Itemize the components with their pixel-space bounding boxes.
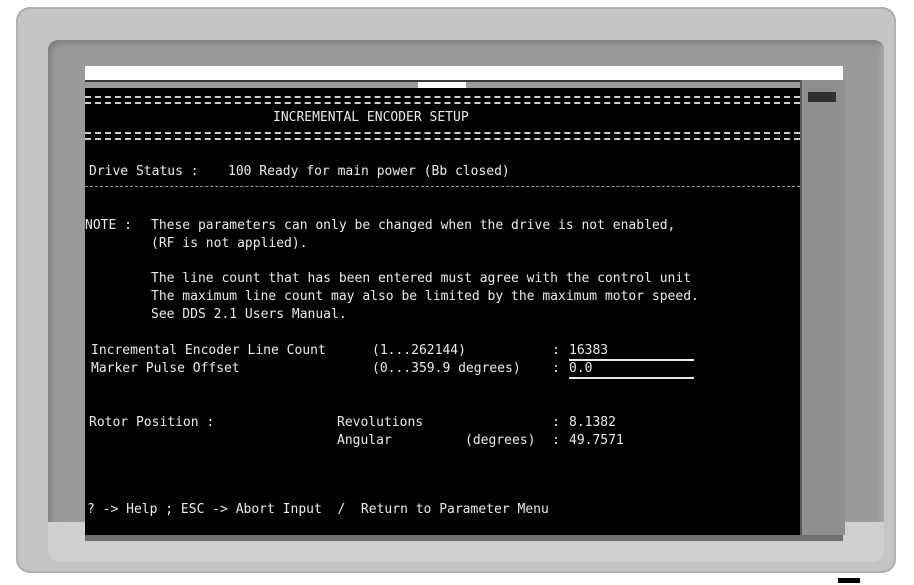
- drive-status-value: 100 Ready for main power (Bb closed): [228, 164, 510, 179]
- angular-label: Angular: [337, 433, 392, 448]
- screen-bottom-edge: [85, 535, 843, 541]
- separator-top: [85, 96, 800, 104]
- line-count-label: Incremental Encoder Line Count: [91, 343, 326, 358]
- angular-unit: (degrees): [465, 433, 536, 448]
- note-prefix: NOTE :: [85, 218, 132, 233]
- screen-right-edge-block: [808, 92, 836, 102]
- revolutions-value: 8.1382: [569, 415, 616, 430]
- screen-right-edge: [800, 80, 845, 535]
- angular-colon: :: [552, 433, 560, 448]
- monitor-foot-mark: [838, 578, 860, 583]
- terminal-screen: INCREMENTAL ENCODER SETUP Drive Status :…: [85, 88, 800, 535]
- note-line-3: The line count that has been entered mus…: [151, 271, 692, 286]
- angular-value: 49.7571: [569, 433, 624, 448]
- note-line-5: See DDS 2.1 Users Manual.: [151, 307, 347, 322]
- marker-offset-range: (0...359.9 degrees): [372, 361, 521, 376]
- rotor-position-label: Rotor Position :: [89, 415, 215, 430]
- line-count-colon: :: [552, 343, 560, 358]
- marker-offset-colon: :: [552, 361, 560, 376]
- note-line-4: The maximum line count may also be limit…: [151, 289, 699, 304]
- revolutions-colon: :: [552, 415, 560, 430]
- marker-offset-value[interactable]: 0.0: [569, 361, 694, 379]
- line-count-range: (1...262144): [372, 343, 466, 358]
- marker-offset-label: Marker Pulse Offset: [91, 361, 240, 376]
- note-line-1: These parameters can only be changed whe…: [151, 218, 676, 233]
- revolutions-label: Revolutions: [337, 415, 424, 430]
- drive-status-label: Drive Status :: [89, 164, 199, 179]
- line-count-input[interactable]: 16383: [569, 343, 694, 361]
- separator-title: [85, 132, 800, 140]
- page-title: INCREMENTAL ENCODER SETUP: [273, 110, 469, 125]
- line-count-value[interactable]: 16383: [569, 343, 694, 361]
- note-line-2: (RF is not applied).: [151, 236, 308, 251]
- marker-offset-input[interactable]: 0.0: [569, 361, 694, 379]
- screen-top-bar: [85, 66, 843, 82]
- footer-help-line: ? -> Help ; ESC -> Abort Input / Return …: [87, 502, 549, 517]
- separator-status: [85, 186, 800, 187]
